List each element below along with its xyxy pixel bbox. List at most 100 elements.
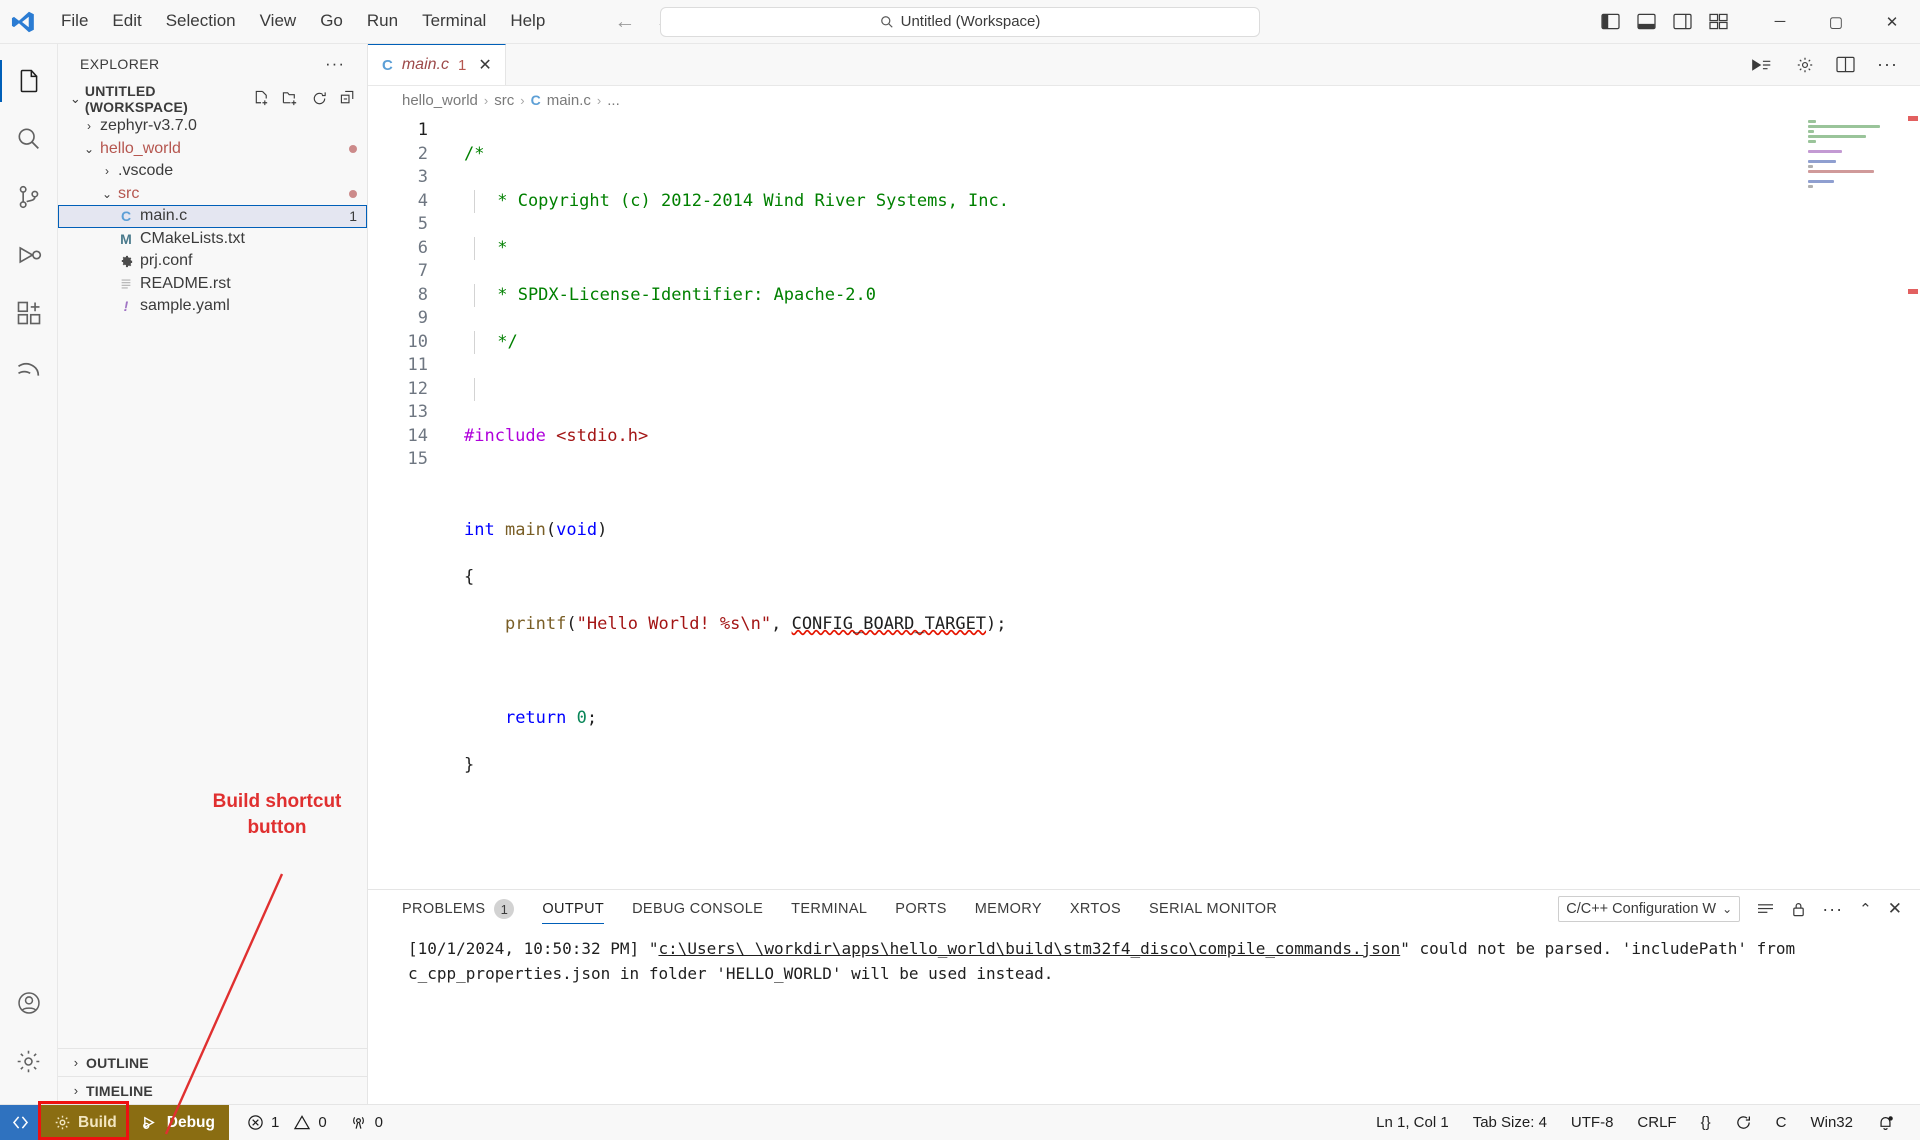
window-close-button[interactable]: ✕: [1864, 0, 1920, 44]
panel-tab-xrtos[interactable]: XRTOS: [1056, 890, 1135, 928]
new-folder-icon[interactable]: [282, 90, 299, 107]
sidebar-bottom-sections: › OUTLINE › TIMELINE: [58, 1048, 367, 1104]
panel-tab-memory[interactable]: MEMORY: [961, 890, 1056, 928]
editor-position[interactable]: Ln 1, Col 1: [1364, 1114, 1461, 1131]
language-mode[interactable]: C: [1764, 1114, 1799, 1131]
toggle-panel-icon[interactable]: [1637, 13, 1656, 30]
debug-label: Debug: [166, 1113, 215, 1131]
build-shortcut-button[interactable]: Build: [40, 1105, 131, 1140]
menu-edit[interactable]: Edit: [101, 7, 152, 36]
panel-tab-label: PORTS: [895, 901, 947, 917]
activity-item-extensions[interactable]: [0, 284, 58, 342]
menu-view[interactable]: View: [249, 7, 308, 36]
remote-window-button[interactable]: [0, 1105, 40, 1140]
problems-status[interactable]: 1 0: [229, 1105, 337, 1140]
search-icon: [880, 15, 894, 29]
line-number-gutter: 1 2 3 4 5 6 7 8 9 10 11 12 13 14 15: [368, 119, 428, 871]
refresh-icon[interactable]: [311, 90, 328, 107]
maximize-panel-icon[interactable]: ⌃: [1859, 900, 1872, 918]
breadcrumb-item-hello-world[interactable]: hello_world: [402, 92, 478, 109]
split-editor-icon[interactable]: [1836, 56, 1855, 73]
menu-selection[interactable]: Selection: [155, 7, 247, 36]
annotation-line-1: Build shortcut: [212, 791, 342, 812]
menu-terminal[interactable]: Terminal: [411, 7, 497, 36]
lock-scroll-icon[interactable]: [1791, 901, 1806, 918]
menu-file[interactable]: File: [50, 7, 99, 36]
menu-go[interactable]: Go: [309, 7, 354, 36]
activity-item-source-control[interactable]: [0, 168, 58, 226]
toggle-secondary-sidebar-icon[interactable]: [1673, 13, 1692, 30]
sidebar-more-actions-icon[interactable]: ···: [325, 54, 345, 74]
more-actions-icon[interactable]: ···: [1822, 899, 1843, 920]
code-token: ,: [771, 613, 792, 634]
activity-item-accounts[interactable]: [0, 974, 58, 1032]
settings-gear-icon[interactable]: [1796, 56, 1814, 74]
workspace-section-header[interactable]: ⌄ UNTITLED (WORKSPACE): [58, 83, 367, 115]
activity-item-search[interactable]: [0, 110, 58, 168]
activity-item-run-and-debug[interactable]: [0, 226, 58, 284]
json-brackets[interactable]: {}: [1689, 1114, 1723, 1131]
customize-layout-icon[interactable]: [1709, 13, 1728, 30]
tree-item-zephyr-v370[interactable]: › zephyr-v3.7.0: [58, 115, 367, 138]
activity-bar: [0, 44, 58, 1104]
problems-count-badge: 1: [494, 899, 515, 919]
panel-tab-debug-console[interactable]: DEBUG CONSOLE: [618, 890, 777, 928]
breadcrumb-item-main-c[interactable]: main.c: [547, 92, 591, 109]
output-line-1: [10/1/2024, 10:50:32 PM] "c:\Users\ \wor…: [408, 936, 1920, 961]
tab-close-icon[interactable]: ✕: [478, 55, 491, 75]
collapse-all-icon[interactable]: [340, 90, 357, 107]
encoding[interactable]: UTF-8: [1559, 1114, 1626, 1131]
editor-scrollbar[interactable]: [1906, 114, 1920, 889]
sync-icon[interactable]: [1723, 1114, 1764, 1131]
eol[interactable]: CRLF: [1625, 1114, 1688, 1131]
tree-item-src[interactable]: ⌄ src: [58, 183, 367, 206]
window-minimize-button[interactable]: ─: [1752, 0, 1808, 44]
panel-tab-output[interactable]: OUTPUT: [528, 890, 618, 928]
tree-item-vscode[interactable]: › .vscode: [58, 160, 367, 183]
panel-tab-ports[interactable]: PORTS: [881, 890, 960, 928]
activity-item-zephyr[interactable]: [0, 342, 58, 400]
tree-item-cmakelists[interactable]: M CMakeLists.txt: [58, 228, 367, 251]
toggle-primary-sidebar-icon[interactable]: [1601, 13, 1620, 30]
sidebar-section-timeline[interactable]: › TIMELINE: [58, 1076, 367, 1104]
output-path-link[interactable]: c:\Users\ \workdir\apps\hello_world\buil…: [658, 939, 1400, 958]
tree-item-prj-conf[interactable]: prj.conf: [58, 250, 367, 273]
notifications-bell-icon[interactable]: [1865, 1114, 1906, 1132]
new-file-icon[interactable]: [253, 90, 270, 107]
tree-item-readme[interactable]: README.rst: [58, 273, 367, 296]
close-panel-icon[interactable]: ✕: [1888, 899, 1902, 919]
run-or-debug-icon[interactable]: [1750, 57, 1774, 73]
panel-tab-problems[interactable]: PROBLEMS 1: [388, 890, 528, 928]
tree-item-label: README.rst: [140, 274, 231, 292]
clear-output-icon[interactable]: [1756, 902, 1775, 917]
platform[interactable]: Win32: [1798, 1114, 1865, 1131]
ports-status[interactable]: 0: [337, 1105, 393, 1140]
output-content: [10/1/2024, 10:50:32 PM] "c:\Users\ \wor…: [368, 928, 1920, 1104]
sidebar-section-outline[interactable]: › OUTLINE: [58, 1048, 367, 1076]
activity-item-explorer[interactable]: [0, 52, 58, 110]
tree-item-hello-world[interactable]: ⌄ hello_world: [58, 138, 367, 161]
line-number: 15: [407, 449, 428, 469]
window-maximize-button[interactable]: ▢: [1808, 0, 1864, 44]
menu-run[interactable]: Run: [356, 7, 409, 36]
debug-shortcut-button[interactable]: Debug: [130, 1105, 229, 1140]
output-channel-selector[interactable]: C/C++ Configuration W ⌄: [1558, 896, 1741, 922]
tree-item-sample-yaml[interactable]: ! sample.yaml: [58, 295, 367, 318]
panel-tab-serial-monitor[interactable]: SERIAL MONITOR: [1135, 890, 1291, 928]
breadcrumb-item-symbols[interactable]: ...: [607, 92, 620, 109]
navigate-back-icon[interactable]: ←: [614, 11, 635, 32]
chevron-right-icon: ›: [87, 119, 91, 134]
activity-item-settings[interactable]: [0, 1032, 58, 1090]
panel-tab-terminal[interactable]: TERMINAL: [777, 890, 881, 928]
tab-main-c[interactable]: C main.c 1 ✕: [368, 44, 506, 85]
quick-input-bar[interactable]: Untitled (Workspace): [660, 6, 1260, 37]
indentation[interactable]: Tab Size: 4: [1461, 1114, 1559, 1131]
annotation-line-2: button: [247, 816, 307, 838]
menu-help[interactable]: Help: [499, 7, 556, 36]
more-actions-icon[interactable]: ···: [1877, 54, 1898, 75]
code-editor[interactable]: 1 2 3 4 5 6 7 8 9 10 11 12 13 14 15 /* *…: [368, 114, 1920, 889]
tree-item-main-c[interactable]: C main.c 1: [58, 205, 367, 228]
code-token: return: [504, 707, 577, 728]
breadcrumb-item-src[interactable]: src: [494, 92, 514, 109]
